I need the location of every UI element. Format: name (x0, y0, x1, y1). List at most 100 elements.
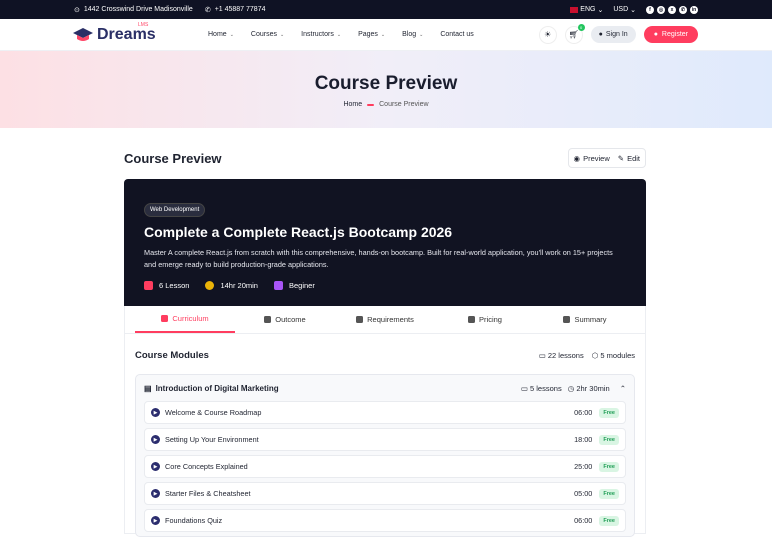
course-level: Beginer (273, 281, 315, 290)
lesson-time: 18:00 (574, 435, 593, 444)
lesson-title: Foundations Quiz (165, 516, 223, 525)
eye-icon: ◉ (573, 153, 581, 163)
free-badge: Free (599, 461, 619, 472)
lesson-title: Welcome & Course Roadmap (165, 408, 262, 417)
play-icon[interactable]: ▶ (151, 516, 160, 525)
facebook-icon[interactable]: f (646, 5, 654, 14)
tab-requirements[interactable]: Requirements (335, 306, 435, 333)
tag-icon (468, 316, 476, 323)
course-banner: Web Development Complete a Complete Reac… (124, 179, 646, 306)
course-title: Complete a Complete React.js Bootcamp 20… (144, 224, 453, 240)
language-selector[interactable]: ENG ⌄ (570, 6, 603, 14)
free-badge: Free (599, 488, 619, 499)
cart-button[interactable]: 🛒︎ 0 (564, 23, 585, 44)
user-icon: ● (598, 31, 603, 38)
lesson-row[interactable]: ▶ Starter Files & Cheatsheet 05:00 Free (144, 482, 626, 505)
sign-in-button[interactable]: ● Sign In (590, 26, 636, 43)
breadcrumb-separator (367, 103, 375, 106)
play-icon[interactable]: ▶ (151, 462, 160, 471)
lesson-title: Setting Up Your Environment (165, 435, 259, 444)
module-duration: ◷ 2hr 30min (567, 383, 610, 393)
sun-icon: ☀ (544, 30, 552, 39)
lesson-title: Starter Files & Cheatsheet (165, 489, 251, 498)
location-icon: ⊙ (74, 6, 80, 14)
lesson-row[interactable]: ▶ Core Concepts Explained 25:00 Free (144, 455, 626, 478)
whatsapp-icon[interactable]: ✆ (679, 5, 687, 14)
course-description: Master A complete React.js from scratch … (144, 248, 613, 269)
nav-home[interactable]: Home ⌄ (208, 31, 234, 38)
book-icon: ▭ (520, 383, 528, 393)
chevron-down-icon: ⌄ (380, 31, 386, 38)
currency-selector[interactable]: USD ⌄ (613, 6, 636, 14)
modules-heading: Course Modules (135, 349, 209, 361)
tab-outcome[interactable]: Outcome (235, 306, 335, 333)
register-button[interactable]: ● Register (643, 26, 698, 43)
preview-button[interactable]: ◉ Preview (574, 154, 610, 163)
free-badge: Free (599, 434, 619, 445)
list-icon (356, 316, 364, 323)
free-badge: Free (599, 515, 619, 526)
play-icon[interactable]: ▶ (151, 489, 160, 498)
nav-instructors[interactable]: Instructors ⌄ (301, 31, 341, 38)
nav-pages[interactable]: Pages ⌄ (358, 31, 385, 38)
top-bar: ⊙ 1442 Crosswind Drive Madisonville ✆ +1… (0, 0, 772, 19)
theme-toggle-button[interactable]: ☀ (538, 25, 557, 44)
course-tabs: Curriculum Outcome Requirements Pricing … (124, 306, 646, 334)
course-duration: 14hr 20min (205, 281, 258, 290)
chevron-down-icon: ⌄ (597, 6, 604, 14)
edit-button[interactable]: ✎ Edit (618, 154, 640, 163)
nav-courses[interactable]: Courses ⌄ (251, 31, 284, 38)
total-lessons: ▭ 22 lessons (538, 350, 584, 360)
play-icon[interactable]: ▶ (151, 408, 160, 417)
module-icon: ▤ (144, 383, 152, 393)
clock-icon (205, 281, 215, 290)
tab-summary[interactable]: Summary (535, 306, 635, 333)
page-title: Course Preview (124, 150, 222, 166)
lesson-row[interactable]: ▶ Setting Up Your Environment 18:00 Free (144, 428, 626, 451)
instagram-icon[interactable]: ◎ (657, 5, 665, 14)
lesson-count: 6 Lesson (144, 281, 189, 290)
course-modules: Course Modules ▭ 22 lessons ⬡ 5 modules … (124, 334, 646, 537)
lesson-time: 06:00 (574, 516, 593, 525)
breadcrumb: Home Course Preview (343, 101, 428, 108)
main-nav: Dreams LMS Home ⌄ Courses ⌄ Instructors ⌄ P… (0, 19, 772, 51)
breadcrumb-home[interactable]: Home (343, 101, 362, 108)
phone-text: +1 45887 77874 (214, 6, 266, 13)
chevron-up-icon[interactable]: ⌃ (620, 384, 626, 393)
summary-icon (563, 316, 571, 323)
nav-contact[interactable]: Contact us (440, 31, 473, 38)
lesson-row[interactable]: ▶ Welcome & Course Roadmap 06:00 Free (144, 401, 626, 424)
pencil-icon: ✎ (617, 153, 625, 163)
hero-title: Course Preview (314, 73, 458, 94)
cart-icon: 🛒︎ (568, 30, 579, 39)
lesson-time: 06:00 (574, 408, 593, 417)
tab-pricing[interactable]: Pricing (435, 306, 535, 333)
book-icon (161, 315, 169, 322)
linkedin-icon[interactable]: in (690, 5, 698, 14)
twitter-icon[interactable]: x (668, 5, 676, 14)
play-icon[interactable]: ▶ (151, 435, 160, 444)
clock-icon: ◷ (567, 383, 575, 393)
lesson-row[interactable]: ▶ Foundations Quiz 06:00 Free (144, 509, 626, 532)
breadcrumb-current: Course Preview (379, 101, 429, 108)
lesson-title: Core Concepts Explained (165, 462, 248, 471)
total-modules: ⬡ 5 modules (591, 350, 635, 360)
book-icon (144, 281, 153, 290)
user-add-icon: ● (653, 31, 658, 38)
address-text: 1442 Crosswind Drive Madisonville (83, 6, 193, 13)
graduation-cap-icon (73, 27, 93, 41)
cube-icon: ⬡ (591, 350, 599, 360)
preview-edit-group: ◉ Preview ✎ Edit (567, 148, 646, 168)
module-section: ▤ Introduction of Digital Marketing ▭ 5 l… (135, 374, 635, 537)
module-header[interactable]: ▤ Introduction of Digital Marketing ▭ 5 l… (144, 375, 626, 401)
lesson-time: 25:00 (574, 462, 593, 471)
free-badge: Free (599, 407, 619, 418)
chevron-down-icon: ⌄ (229, 31, 234, 38)
phone-icon: ✆ (204, 6, 211, 14)
module-lessons: ▭ 5 lessons (520, 383, 562, 393)
brand-logo[interactable]: Dreams LMS (73, 22, 205, 44)
tab-curriculum[interactable]: Curriculum (135, 306, 235, 333)
lesson-time: 05:00 (574, 489, 593, 498)
nav-blog[interactable]: Blog ⌄ (402, 31, 423, 38)
chevron-down-icon: ⌄ (279, 31, 285, 38)
